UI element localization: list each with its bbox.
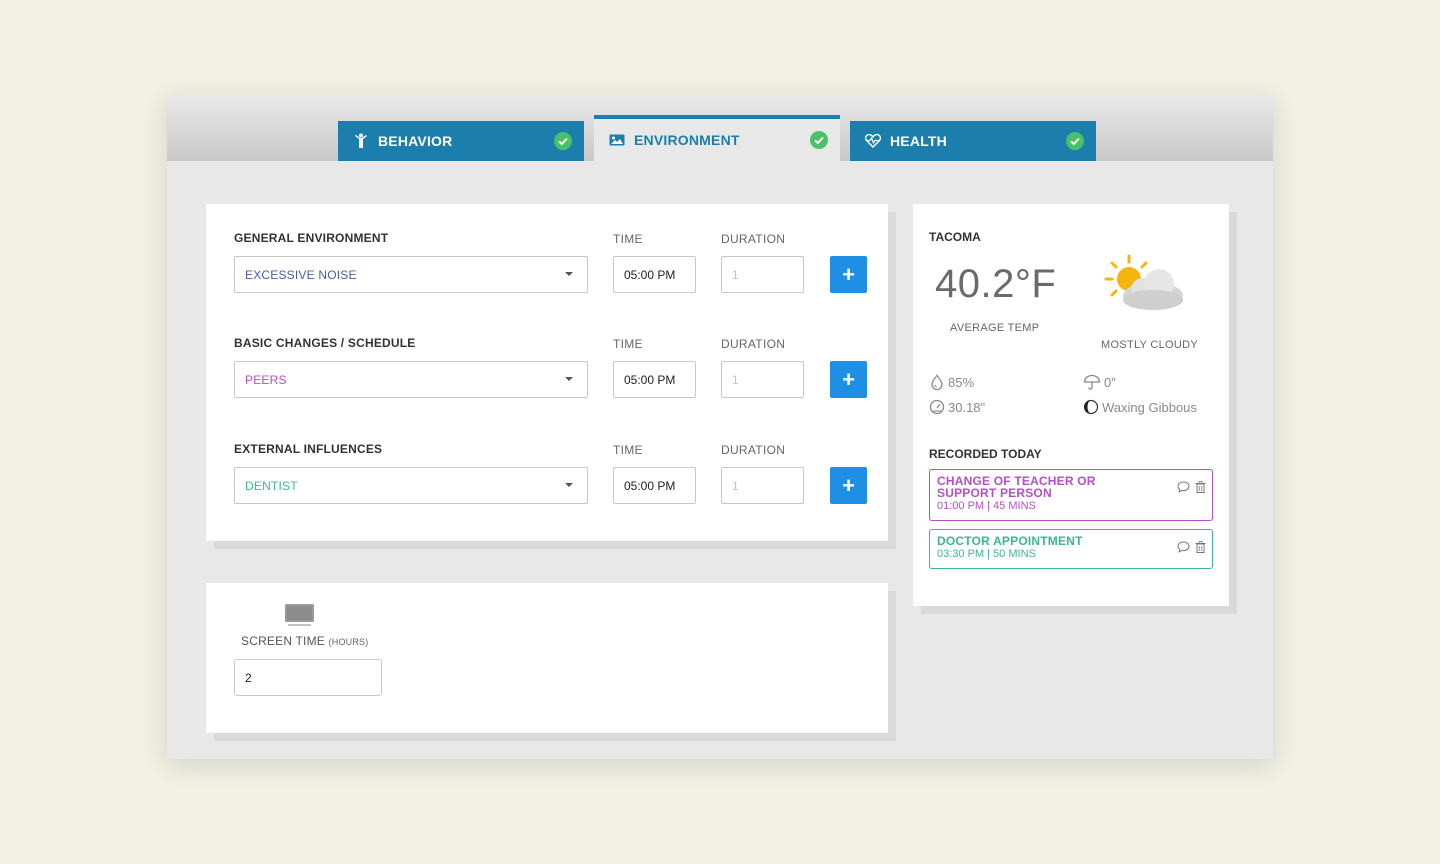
environment-card: GENERAL ENVIRONMENT TIME DURATION EXCESS… <box>206 204 888 541</box>
recorded-item[interactable]: DOCTOR APPOINTMENT 03:30 PM | 50 MINS <box>929 529 1213 569</box>
tab-label: ENVIRONMENT <box>634 132 740 148</box>
time-input[interactable]: 05:00 PM <box>613 361 696 398</box>
behavior-person-icon <box>352 132 370 150</box>
duration-input[interactable]: 1 <box>721 467 804 504</box>
duration-label: DURATION <box>721 232 786 246</box>
screen-time-input[interactable]: 2 <box>234 659 382 696</box>
city-name: TACOMA <box>929 230 981 244</box>
app-window: BEHAVIOR ENVIRONMENT HEALTH GENERAL ENVI… <box>167 95 1273 759</box>
pressure-value: 30.18" <box>948 399 986 415</box>
gauge-icon <box>929 399 945 415</box>
recorded-item-title: DOCTOR APPOINTMENT <box>937 534 1083 548</box>
general-environment-label: GENERAL ENVIRONMENT <box>234 231 389 245</box>
recorded-item-subtitle: 03:30 PM | 50 MINS <box>937 548 1036 560</box>
tab-label: BEHAVIOR <box>378 133 453 149</box>
recorded-item-subtitle: 01:00 PM | 45 MINS <box>937 500 1036 512</box>
recorded-item-actions <box>1177 541 1206 553</box>
trash-icon[interactable] <box>1195 481 1206 493</box>
caret-down-icon <box>565 272 573 276</box>
basic-changes-label: BASIC CHANGES / SCHEDULE <box>234 336 416 350</box>
precipitation-stat: 0" <box>1083 374 1116 390</box>
image-icon <box>608 131 626 149</box>
caret-down-icon <box>565 483 573 487</box>
screen-time-card: SCREEN TIME (HOURS) 2 <box>206 583 888 733</box>
duration-label: DURATION <box>721 443 786 457</box>
recorded-today-title: RECORDED TODAY <box>929 447 1042 461</box>
time-label: TIME <box>613 443 643 457</box>
pressure-stat: 30.18" <box>929 399 985 415</box>
weather-condition: MOSTLY CLOUDY <box>1101 339 1199 351</box>
recorded-item-actions <box>1177 481 1206 493</box>
tab-behavior[interactable]: BEHAVIOR <box>338 121 584 161</box>
external-influences-select[interactable]: DENTIST <box>234 467 588 504</box>
tab-bar: BEHAVIOR ENVIRONMENT HEALTH <box>167 95 1273 161</box>
caret-down-icon <box>565 377 573 381</box>
time-input[interactable]: 05:00 PM <box>613 467 696 504</box>
screen-time-text: SCREEN TIME <box>241 634 325 648</box>
humidity-icon <box>931 374 943 390</box>
select-value: EXCESSIVE NOISE <box>245 267 357 282</box>
temperature-value: 40.2°F <box>935 262 1057 306</box>
tab-health[interactable]: HEALTH <box>850 121 1096 161</box>
duration-input[interactable]: 1 <box>721 256 804 293</box>
check-circle-icon <box>810 131 828 149</box>
general-environment-select[interactable]: EXCESSIVE NOISE <box>234 256 588 293</box>
moon-stat: Waxing Gibbous <box>1083 399 1197 415</box>
partly-cloudy-icon <box>1104 254 1183 310</box>
check-circle-icon <box>554 132 572 150</box>
trash-icon[interactable] <box>1195 541 1206 553</box>
precipitation-value: 0" <box>1104 374 1116 390</box>
umbrella-icon <box>1083 374 1101 390</box>
screen-time-label: SCREEN TIME (HOURS) <box>241 634 368 648</box>
add-button[interactable]: + <box>830 256 867 293</box>
time-label: TIME <box>613 337 643 351</box>
duration-label: DURATION <box>721 337 786 351</box>
moon-phase-value: Waxing Gibbous <box>1102 399 1197 415</box>
weather-card: TACOMA 40.2°F AVERAGE TEMP MOSTLY CLOUDY… <box>913 204 1229 606</box>
recorded-item[interactable]: CHANGE OF TEACHER OR SUPPORT PERSON 01:0… <box>929 469 1213 521</box>
add-button[interactable]: + <box>830 467 867 504</box>
heart-pulse-icon <box>864 132 882 150</box>
monitor-icon <box>285 604 314 626</box>
humidity-value: 85% <box>948 374 975 390</box>
moon-phase-icon <box>1083 399 1099 415</box>
humidity-stat: 85% <box>929 374 974 390</box>
add-button[interactable]: + <box>830 361 867 398</box>
check-circle-icon <box>1066 132 1084 150</box>
select-value: PEERS <box>245 372 287 387</box>
external-influences-label: EXTERNAL INFLUENCES <box>234 442 383 456</box>
duration-input[interactable]: 1 <box>721 361 804 398</box>
recorded-item-title: CHANGE OF TEACHER OR SUPPORT PERSON <box>937 474 1096 500</box>
tab-label: HEALTH <box>890 133 947 149</box>
basic-changes-select[interactable]: PEERS <box>234 361 588 398</box>
tab-environment[interactable]: ENVIRONMENT <box>594 115 840 161</box>
average-temp-label: AVERAGE TEMP <box>950 322 1040 334</box>
time-input[interactable]: 05:00 PM <box>613 256 696 293</box>
screen-time-unit: (HOURS) <box>328 637 369 647</box>
comment-icon[interactable] <box>1177 481 1190 493</box>
time-label: TIME <box>613 232 643 246</box>
select-value: DENTIST <box>245 478 298 493</box>
comment-icon[interactable] <box>1177 541 1190 553</box>
